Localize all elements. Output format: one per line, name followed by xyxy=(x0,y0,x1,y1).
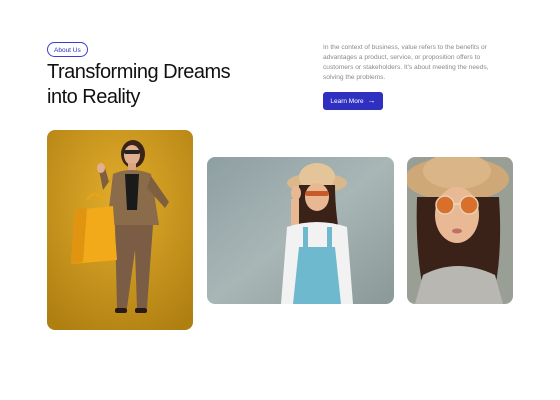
photo-woman-straw-hat xyxy=(207,157,394,304)
page-title: Transforming Dreams into Reality xyxy=(47,60,231,110)
title-line-2: into Reality xyxy=(47,86,140,108)
title-line-1: Transforming Dreams xyxy=(47,61,231,83)
about-us-badge: About Us xyxy=(47,42,88,57)
learn-more-button[interactable]: Learn More → xyxy=(323,92,383,110)
hero-description: In the context of business, value refers… xyxy=(323,44,489,81)
photo-woman-shopping-bag xyxy=(47,130,193,330)
photo-woman-sunglasses-portrait xyxy=(407,157,513,304)
arrow-right-icon: → xyxy=(367,96,376,105)
learn-more-label: Learn More xyxy=(330,97,364,105)
